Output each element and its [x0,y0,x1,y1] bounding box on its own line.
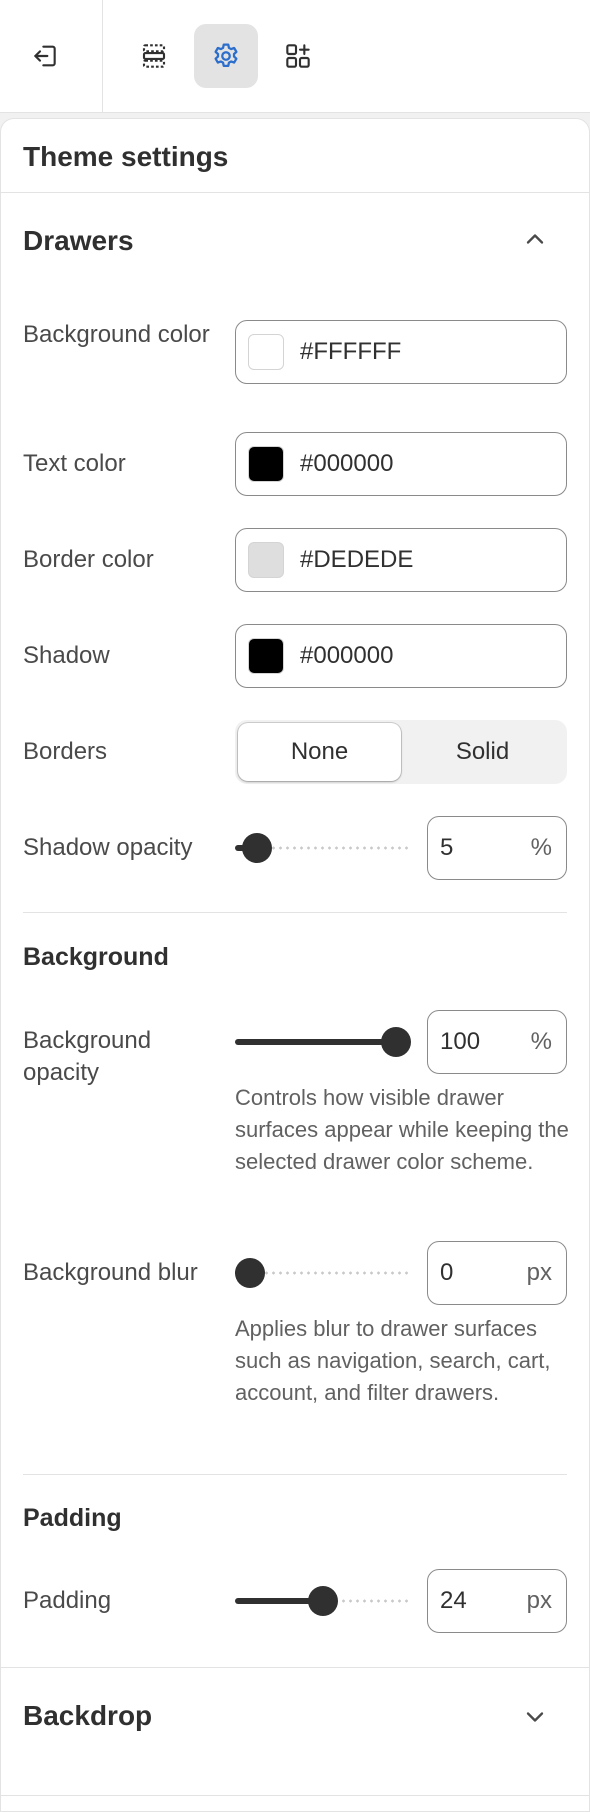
background-opacity-help: Controls how visible drawer surfaces app… [235,1085,569,1174]
border-color-swatch[interactable] [248,542,284,578]
sections-icon [142,44,166,68]
text-color-field[interactable]: #000000 [235,432,567,496]
background-section-title: Background [23,943,169,971]
slider-handle[interactable] [381,1027,411,1057]
border-color-label: Border color [23,546,154,573]
shadow-color-field[interactable]: #000000 [235,624,567,688]
border-color-value: #DEDEDE [300,546,414,573]
shadow-color-value: #000000 [300,642,394,669]
section-divider [1,1795,589,1796]
shadow-color-swatch[interactable] [248,638,284,674]
sections-button[interactable] [122,24,186,88]
background-opacity-slider[interactable] [235,1027,411,1057]
padding-unit: px [526,1587,552,1614]
text-color-label: Text color [23,450,126,477]
slider-fill [235,1039,396,1045]
background-blur-unit: px [526,1259,552,1286]
background-color-label: Background color [23,321,210,348]
background-blur-slider[interactable] [235,1258,411,1288]
settings-button[interactable] [194,24,258,88]
slider-handle[interactable] [235,1258,265,1288]
panel-title: Theme settings [23,141,229,172]
chevron-down-icon[interactable] [521,1703,549,1731]
shadow-opacity-unit: % [530,834,552,861]
padding-section-title: Padding [23,1504,122,1532]
borders-option-solid[interactable]: Solid [401,723,564,781]
exit-icon [34,45,56,67]
borders-option-none[interactable]: None [238,723,401,781]
slider-handle[interactable] [308,1586,338,1616]
text-color-value: #000000 [300,450,394,477]
background-opacity-label: Background opacity [23,1027,152,1086]
background-opacity-input[interactable]: 100 % [427,1010,567,1074]
shadow-color-label: Shadow [23,642,110,669]
background-color-swatch[interactable] [248,334,284,370]
text-color-swatch[interactable] [248,446,284,482]
background-opacity-unit: % [530,1028,552,1055]
padding-input[interactable]: 24 px [427,1569,567,1633]
background-blur-label: Background blur [23,1259,198,1286]
toolbar-divider [102,0,103,113]
borders-label: Borders [23,738,108,765]
slider-handle[interactable] [242,833,273,863]
apps-button[interactable] [266,24,330,88]
shadow-opacity-label: Shadow opacity [23,834,193,861]
background-opacity-value: 100 [440,1028,481,1055]
section-divider [23,1474,567,1475]
panel-title-divider [1,192,589,193]
shadow-opacity-input[interactable]: 5 % [427,816,567,880]
section-divider [1,1667,589,1668]
editor-toolbar [0,0,590,113]
padding-slider[interactable] [235,1586,411,1616]
padding-label: Padding [23,1587,112,1614]
chevron-up-icon[interactable] [521,225,549,253]
apps-add-icon [286,44,310,68]
section-divider [23,912,567,913]
shadow-opacity-slider[interactable] [235,833,411,863]
background-color-value: #FFFFFF [300,338,402,365]
background-blur-input[interactable]: 0 px [427,1241,567,1305]
padding-value: 24 [440,1587,467,1614]
exit-button[interactable] [14,24,78,88]
theme-settings-panel: Theme settings Drawers Background color … [0,118,590,1812]
background-blur-value: 0 [440,1259,454,1286]
borders-segmented-control: None Solid [235,720,567,784]
drawers-section-title[interactable]: Drawers [23,225,134,257]
background-color-field[interactable]: #FFFFFF [235,320,567,384]
gear-icon [214,43,238,67]
background-blur-help: Applies blur to drawer surfaces such as … [235,1316,551,1405]
shadow-opacity-value: 5 [440,834,454,861]
backdrop-section-title[interactable]: Backdrop [23,1700,152,1732]
border-color-field[interactable]: #DEDEDE [235,528,567,592]
